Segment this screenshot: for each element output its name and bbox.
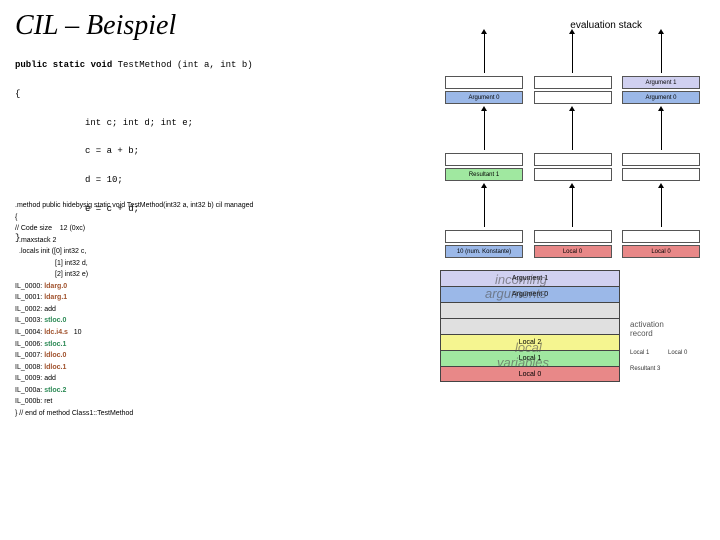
stack-cell (534, 76, 612, 89)
il4: IL_0004: (15, 329, 42, 336)
op0: ldarg.0 (44, 283, 67, 290)
opb: ret (44, 398, 52, 405)
stack-cell (622, 153, 700, 166)
stack-cell: Local 0 (622, 245, 700, 258)
stack-cell: Argument 1 (622, 76, 700, 89)
op6: stloc.1 (44, 341, 66, 348)
stack-cell: Resultant 1 (445, 168, 523, 181)
locals0: .locals init ([0] int32 c, (19, 246, 253, 258)
il7: IL_0007: (15, 352, 42, 359)
cil-head: .method public hidebysig static void Tes… (15, 200, 253, 212)
stack-cell (445, 153, 523, 166)
arrow-up-icon (661, 33, 662, 73)
il3: IL_0003: (15, 317, 42, 324)
stack-cell (445, 230, 523, 243)
stack-cell: Argument 0 (445, 91, 523, 104)
assign-d: d = 10; (85, 173, 253, 187)
il8: IL_0008: (15, 364, 42, 371)
locals1: [1] int32 d, (55, 258, 253, 270)
arrow-up-icon (484, 187, 485, 227)
op7: ldloc.0 (44, 352, 66, 359)
record-stack: Argument 1 Argument 0 Local 2 Local 1 Lo… (440, 270, 620, 382)
rec-cell (440, 302, 620, 318)
op9: add (44, 375, 56, 382)
stack-cell (534, 230, 612, 243)
ila: IL_000a: (15, 387, 42, 394)
maxstack: .maxstack 2 (19, 235, 253, 247)
codesize-l: // Code size (15, 225, 52, 232)
arrow-up-icon (484, 110, 485, 150)
il1: IL_0001: (15, 294, 42, 301)
locals2: [2] int32 e) (55, 269, 253, 281)
stack-cell (534, 168, 612, 181)
brace-open: { (15, 87, 253, 101)
codesize-v: 12 (0xc) (60, 225, 85, 232)
cil-open: { (15, 212, 253, 224)
eval-stack-diagram: Argument 1 Argument 0 Argument 0 Resulta… (445, 33, 700, 260)
arrow-up-icon (661, 187, 662, 227)
stack-cell: 10 (num. Konstante) (445, 245, 523, 258)
stack-cell: Local 0 (534, 245, 612, 258)
arrow-up-icon (484, 33, 485, 73)
sig: TestMethod (int a, int b) (112, 60, 252, 70)
kv-local1: Local 1 (630, 350, 649, 356)
il9: IL_0009: (15, 375, 42, 382)
decl: int c; int d; int e; (85, 116, 253, 130)
arrow-up-icon (661, 110, 662, 150)
v4: 10 (74, 329, 82, 336)
act-record-label: activation record (630, 320, 664, 338)
arrow-up-icon (572, 33, 573, 73)
rec-cell: Local 0 (440, 366, 620, 382)
cil-code: .method public hidebysig static void Tes… (15, 200, 253, 419)
cil-end: } // end of method Class1::TestMethod (15, 408, 253, 420)
arrow-up-icon (572, 110, 573, 150)
op3: stloc.0 (44, 317, 66, 324)
eval-stack-label: evaluation stack (570, 20, 642, 31)
stack-cell (622, 168, 700, 181)
op8: ldloc.1 (44, 364, 66, 371)
rec-cell: Local 1 (440, 350, 620, 366)
activation-record: activation record Argument 1 Argument 0 … (440, 270, 700, 382)
arrow-up-icon (572, 187, 573, 227)
rec-cell: Argument 1 (440, 270, 620, 286)
rec-cell: Argument 0 (440, 286, 620, 302)
stack-cell (622, 230, 700, 243)
assign-c: c = a + b; (85, 144, 253, 158)
stack-cell (445, 76, 523, 89)
il2: IL_0002: (15, 306, 42, 313)
op2: add (44, 306, 56, 313)
op4: ldc.i4.s (44, 329, 68, 336)
kw: public static void (15, 60, 112, 70)
slide-title: CIL – Beispiel (15, 10, 176, 42)
il6: IL_0006: (15, 341, 42, 348)
stack-cell (534, 91, 612, 104)
op1: ldarg.1 (44, 294, 67, 301)
il0: IL_0000: (15, 283, 42, 290)
kv-local0: Local 0 (668, 350, 687, 356)
kv-res3: Resultant 3 (630, 366, 660, 372)
rec-cell: Local 2 (440, 334, 620, 350)
rec-cell (440, 318, 620, 334)
ilb: IL_000b: (15, 398, 42, 405)
opa: stloc.2 (44, 387, 66, 394)
stack-cell: Argument 0 (622, 91, 700, 104)
stack-cell (534, 153, 612, 166)
